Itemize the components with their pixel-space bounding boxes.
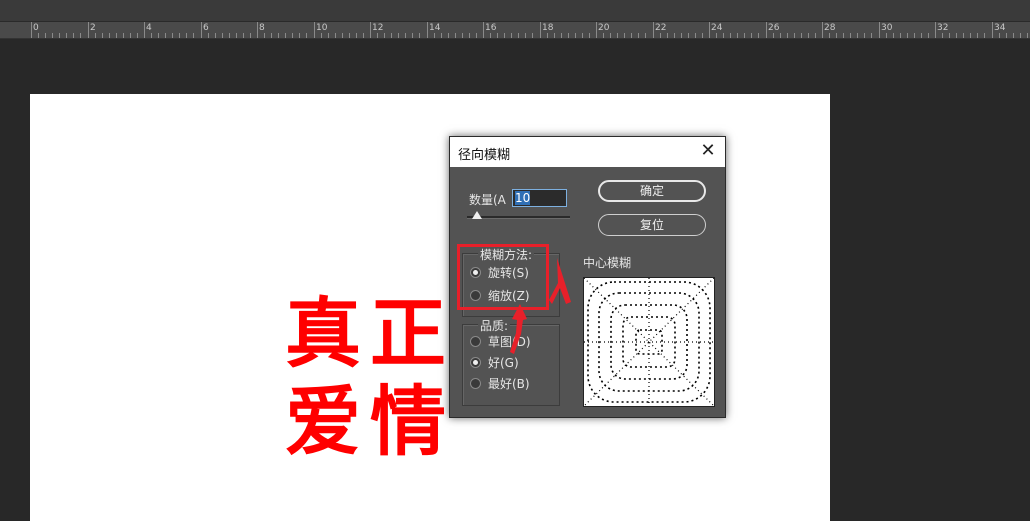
annotation-arrows xyxy=(510,258,571,354)
arrow-icon xyxy=(510,258,571,354)
